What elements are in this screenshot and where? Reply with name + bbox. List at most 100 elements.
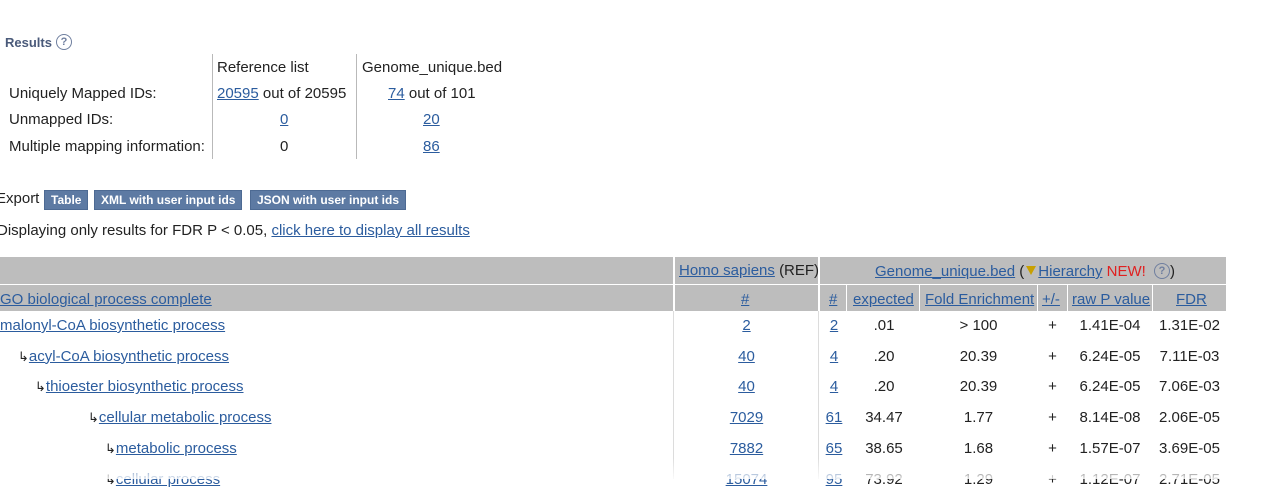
- table-row: ↳acyl-CoA biosynthetic process 40 4 .20 20.3…: [0, 343, 1226, 373]
- table-row: ↳thioester biosynthetic process 40 4 .20 20.…: [0, 373, 1226, 403]
- hierarchy-triangle-icon[interactable]: [1026, 266, 1037, 275]
- raw-p-value: 8.14E-08: [1079, 409, 1141, 427]
- query-mapped-total: out of 101: [408, 85, 476, 102]
- child-arrow-icon: ↳: [35, 379, 46, 395]
- query-unmapped-link[interactable]: 20: [423, 111, 440, 128]
- uniquely-mapped-query: 74 out of 101: [388, 85, 476, 102]
- fdr-value: 7.11E-03: [1159, 347, 1220, 365]
- count-link[interactable]: 4: [822, 378, 846, 395]
- column-fold-enrichment[interactable]: Fold Enrichment: [925, 291, 1034, 308]
- column-sign[interactable]: +/-: [1042, 291, 1060, 308]
- column-term[interactable]: GO biological process complete: [0, 291, 212, 308]
- child-arrow-icon: ↳: [18, 348, 29, 364]
- column-count[interactable]: #: [829, 291, 837, 308]
- multiple-mapping-label: Multiple mapping information:: [9, 138, 205, 155]
- help-icon[interactable]: ?: [1154, 263, 1170, 279]
- expected-value: 38.65: [865, 439, 903, 457]
- header-divider: [919, 285, 920, 311]
- query-list-header: Genome_unique.bed: [362, 59, 503, 76]
- header-divider: [1037, 285, 1038, 311]
- ref-mapped-link[interactable]: 20595: [217, 85, 259, 102]
- uniquely-mapped-label: Uniquely Mapped IDs:: [9, 85, 157, 102]
- fdr-value: 3.69E-05: [1159, 439, 1220, 457]
- results-heading: Results?: [5, 34, 72, 50]
- go-term-link[interactable]: thioester biosynthetic process: [46, 378, 244, 395]
- export-label: Export: [0, 190, 40, 207]
- header-divider: [673, 257, 675, 312]
- fdr-value: 1.31E-02: [1159, 317, 1220, 334]
- ref-mapped-total: out of 20595: [262, 85, 347, 102]
- count-link[interactable]: 2: [822, 317, 846, 334]
- expected-value: .01: [873, 317, 895, 334]
- raw-p-value: 1.41E-04: [1079, 317, 1141, 334]
- reference-organism-header: Homo sapiens (REF): [679, 262, 819, 279]
- sign-value: +: [1048, 347, 1057, 365]
- export-table-button[interactable]: Table: [44, 190, 89, 210]
- export-json-button[interactable]: JSON with user input ids: [250, 190, 407, 210]
- fold-enrichment-value: 20.39: [959, 378, 998, 396]
- show-all-results-link[interactable]: click here to display all results: [271, 222, 469, 239]
- go-term-link[interactable]: malonyl-CoA biosynthetic process: [0, 317, 225, 334]
- raw-p-value: 1.57E-07: [1079, 439, 1141, 457]
- sign-value: +: [1048, 317, 1057, 334]
- count-link[interactable]: 61: [822, 409, 846, 426]
- child-arrow-icon: ↳: [88, 410, 99, 426]
- count-link[interactable]: 65: [822, 440, 846, 457]
- child-arrow-icon: ↳: [105, 440, 116, 456]
- expected-value: .20: [873, 347, 895, 365]
- sign-value: +: [1048, 439, 1057, 457]
- sign-value: +: [1048, 378, 1057, 396]
- fold-enrichment-value: > 100: [959, 317, 998, 334]
- query-multiple-link[interactable]: 86: [423, 138, 440, 155]
- reference-list-header: Reference list: [217, 59, 309, 76]
- ref-count-link[interactable]: 40: [700, 348, 793, 365]
- export-xml-button[interactable]: XML with user input ids: [94, 190, 243, 210]
- column-raw-p-value[interactable]: raw P value: [1072, 291, 1150, 308]
- ref-count-link[interactable]: 2: [700, 317, 793, 334]
- scroll-fade: [0, 458, 1280, 479]
- ref-count-link[interactable]: 7882: [700, 440, 793, 457]
- paren-open: (: [1019, 263, 1025, 280]
- fold-enrichment-value: 1.77: [963, 409, 994, 427]
- raw-p-value: 6.24E-05: [1079, 378, 1141, 396]
- count-link[interactable]: 4: [822, 348, 846, 365]
- fdr-value: 2.06E-05: [1159, 409, 1220, 427]
- expected-value: .20: [873, 378, 895, 396]
- unmapped-label: Unmapped IDs:: [9, 111, 114, 128]
- summary-divider: [212, 54, 213, 159]
- raw-p-value: 6.24E-05: [1079, 347, 1141, 365]
- go-term-link[interactable]: cellular metabolic process: [99, 409, 272, 426]
- new-badge: NEW!: [1106, 263, 1146, 280]
- ref-count-link[interactable]: 40: [700, 378, 793, 395]
- go-term-link[interactable]: acyl-CoA biosynthetic process: [29, 348, 229, 365]
- fdr-value: 7.06E-03: [1159, 378, 1220, 396]
- column-ref-count[interactable]: #: [741, 291, 749, 308]
- genome-unique-bed-link[interactable]: Genome_unique.bed: [875, 263, 1015, 280]
- column-expected[interactable]: expected: [853, 291, 914, 308]
- fold-enrichment-value: 1.68: [963, 439, 994, 457]
- ref-suffix: (REF): [779, 262, 820, 279]
- homo-sapiens-link[interactable]: Homo sapiens: [679, 262, 775, 279]
- header-divider: [1067, 285, 1068, 311]
- ref-count-link[interactable]: 7029: [700, 409, 793, 426]
- table-row: ↳cellular metabolic process 7029 61 34.47 1.…: [0, 404, 1226, 434]
- hierarchy-link[interactable]: Hierarchy: [1038, 263, 1102, 280]
- column-fdr[interactable]: FDR: [1176, 291, 1207, 308]
- paren-close: ): [1170, 263, 1175, 280]
- query-mapped-link[interactable]: 74: [388, 85, 405, 102]
- ref-unmapped-link[interactable]: 0: [280, 111, 288, 128]
- summary-divider: [356, 54, 357, 159]
- ref-multiple-value: 0: [280, 138, 289, 155]
- filter-text: Displaying only results for FDR P < 0.05…: [0, 222, 268, 239]
- uniquely-mapped-ref: 20595 out of 20595: [217, 85, 346, 102]
- header-divider: [1152, 285, 1153, 311]
- query-group-header: Genome_unique.bed ( Hierarchy NEW! ?): [875, 263, 1175, 280]
- expected-value: 34.47: [865, 409, 903, 427]
- results-title: Results: [5, 35, 52, 50]
- go-term-link[interactable]: metabolic process: [116, 440, 237, 457]
- filter-notice: Displaying only results for FDR P < 0.05…: [0, 222, 470, 239]
- sign-value: +: [1048, 409, 1057, 427]
- fold-enrichment-value: 20.39: [959, 347, 998, 365]
- table-row: malonyl-CoA biosynthetic process 2 2 .01 > 1…: [0, 312, 1226, 342]
- help-icon[interactable]: ?: [55, 34, 72, 50]
